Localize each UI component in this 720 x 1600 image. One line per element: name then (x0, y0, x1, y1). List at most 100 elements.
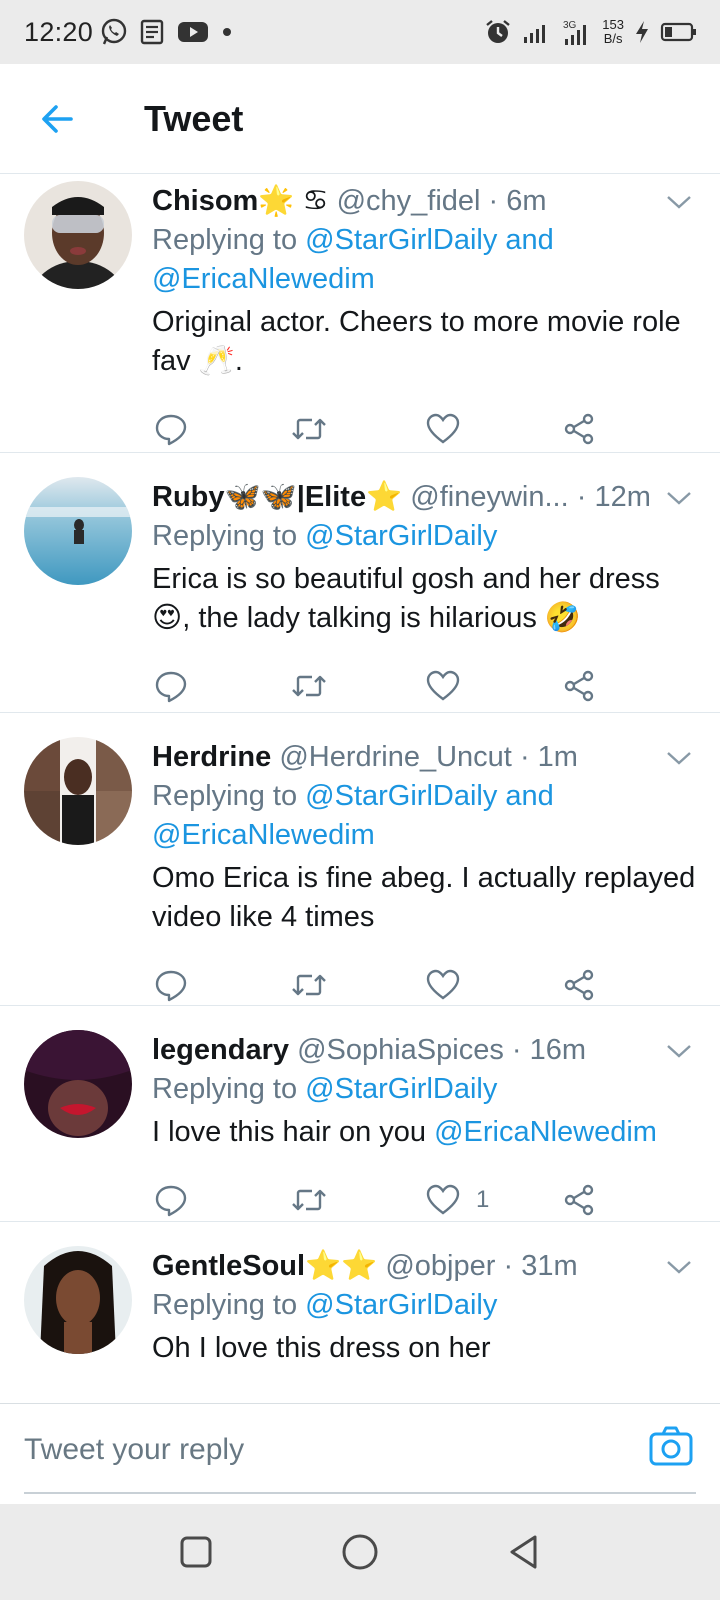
replies-list[interactable]: Chisom🌟 ♋ @chy_fidel · 6m Replying to @S… (0, 175, 720, 1403)
tweet-item[interactable]: Chisom🌟 ♋ @chy_fidel · 6m Replying to @S… (0, 175, 720, 453)
reply-composer: Tweet your reply (0, 1403, 720, 1495)
like-button[interactable] (424, 656, 560, 716)
share-button[interactable] (560, 399, 696, 459)
dot-icon (223, 28, 232, 36)
tweet-text: Oh I love this dress on her (152, 1332, 491, 1364)
recents-button[interactable] (136, 1512, 256, 1592)
user-handle[interactable]: @chy_fidel (337, 185, 481, 217)
display-name[interactable]: GentleSoul (152, 1250, 305, 1282)
tweet-header: Herdrine @Herdrine_Uncut · 1m (152, 741, 578, 773)
tweet-time: 6m (506, 185, 547, 217)
user-handle[interactable]: @objper (385, 1250, 495, 1282)
heart-icon (426, 969, 460, 1000)
display-name[interactable]: Ruby🦋🦋|Elite (152, 481, 366, 513)
whatsapp-icon (101, 18, 127, 45)
tweet-text: Omo Erica is fine abeg. I actually repla… (152, 862, 696, 933)
replying-to: Replying to @StarGirlDaily (152, 1289, 498, 1321)
back-triangle-icon (510, 1535, 537, 1569)
reply-mentions[interactable]: @StarGirlDaily (305, 1289, 497, 1321)
tweet-text: I love this hair on you @EricaNlewedim (152, 1116, 657, 1148)
name-emojis: ⭐⭐ (305, 1250, 378, 1282)
heart-icon (426, 670, 460, 701)
share-button[interactable] (560, 656, 696, 716)
home-button[interactable] (300, 1512, 420, 1592)
page-title: Tweet (144, 97, 244, 139)
network-speed: 153 B/s (602, 18, 624, 46)
speed-value: 153 (602, 17, 624, 32)
status-time: 12:20 (24, 16, 94, 47)
like-button[interactable] (424, 399, 560, 459)
camera-icon[interactable] (648, 1424, 694, 1470)
chevron-down-icon[interactable] (664, 187, 694, 217)
replying-to: Replying to @StarGirlDaily (152, 520, 498, 552)
chevron-down-icon[interactable] (664, 1252, 694, 1282)
comment-icon (155, 970, 187, 1002)
tweet-item[interactable]: legendary @SophiaSpices · 16m Replying t… (0, 1006, 720, 1222)
battery-icon (660, 22, 696, 42)
reply-button[interactable] (152, 1170, 288, 1230)
youtube-icon (178, 22, 209, 42)
reply-mentions[interactable]: @StarGirlDaily (305, 520, 497, 552)
chevron-down-icon[interactable] (664, 743, 694, 773)
heart-icon (426, 1184, 460, 1215)
chevron-down-icon[interactable] (664, 1036, 694, 1066)
retweet-icon (292, 675, 326, 697)
avatar[interactable] (24, 737, 132, 845)
charging-icon (636, 21, 648, 43)
retweet-icon (292, 974, 326, 996)
news-icon (140, 19, 164, 45)
reply-input[interactable]: Tweet your reply (24, 1422, 624, 1478)
replying-to: Replying to @StarGirlDaily and @EricaNle… (152, 224, 554, 295)
tweet-item[interactable]: GentleSoul⭐⭐ @objper · 31m Replying to @… (0, 1222, 720, 1403)
retweet-button[interactable] (288, 656, 424, 716)
tweet-time: 12m (594, 481, 651, 513)
retweet-icon (292, 1189, 326, 1211)
display-name[interactable]: Chisom (152, 185, 258, 217)
tweet-header: Chisom🌟 ♋ @chy_fidel · 6m (152, 185, 547, 217)
speed-unit: B/s (603, 31, 623, 46)
signal-icon (524, 25, 546, 43)
avatar[interactable] (24, 1246, 132, 1354)
svg-text:3G: 3G (563, 20, 577, 31)
back-button[interactable] (22, 84, 92, 154)
user-handle[interactable]: @Herdrine_Uncut (279, 741, 512, 773)
back-nav-button[interactable] (464, 1512, 584, 1592)
share-icon (564, 670, 594, 702)
user-handle[interactable]: @SophiaSpices (297, 1034, 504, 1066)
avatar[interactable] (24, 477, 132, 585)
tweet-text: Erica is so beautiful gosh and her dress… (152, 563, 660, 634)
tweet-item[interactable]: Herdrine @Herdrine_Uncut · 1m Replying t… (0, 713, 720, 1006)
reply-mentions[interactable]: @StarGirlDaily (305, 1073, 497, 1105)
share-icon (564, 969, 594, 1001)
avatar[interactable] (24, 1030, 132, 1138)
retweet-button[interactable] (288, 399, 424, 459)
display-name[interactable]: Herdrine (152, 741, 271, 773)
retweet-button[interactable] (288, 1170, 424, 1230)
reply-button[interactable] (152, 399, 288, 459)
user-handle[interactable]: @fineywin... (410, 481, 568, 513)
tweet-header: GentleSoul⭐⭐ @objper · 31m (152, 1250, 578, 1282)
display-name[interactable]: legendary (152, 1034, 289, 1066)
status-bar: 12:20 3G 153 B/s (0, 0, 720, 64)
comment-icon (155, 671, 187, 703)
tweet-time: 1m (537, 741, 578, 773)
tweet-header: Ruby🦋🦋|Elite⭐ @fineywin... · 12m (152, 481, 651, 513)
like-button[interactable]: 1 (424, 1170, 560, 1230)
text-mention[interactable]: @EricaNlewedim (434, 1116, 657, 1148)
retweet-icon (292, 418, 326, 440)
chevron-down-icon[interactable] (664, 483, 694, 513)
name-emojis: 🌟 ♋ (258, 185, 329, 217)
tweet-text: Original actor. Cheers to more movie rol… (152, 306, 681, 377)
share-button[interactable] (560, 1170, 696, 1230)
reply-button[interactable] (152, 656, 288, 716)
top-app-bar: Tweet (0, 64, 720, 174)
heart-icon (426, 413, 460, 444)
alarm-icon (486, 20, 511, 43)
tweet-item[interactable]: Ruby🦋🦋|Elite⭐ @fineywin... · 12m Replyin… (0, 453, 720, 713)
avatar[interactable] (24, 181, 132, 289)
tweet-time: 31m (521, 1250, 578, 1282)
notification-icons (99, 17, 235, 47)
like-count: 1 (476, 1186, 490, 1213)
comment-icon (155, 1185, 187, 1217)
home-circle-icon (342, 1534, 378, 1570)
